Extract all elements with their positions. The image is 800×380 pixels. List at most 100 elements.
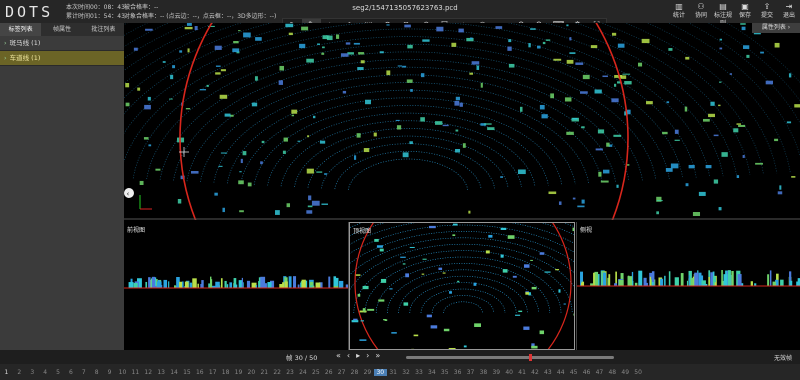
frame-cell[interactable]: 50 [632,369,645,376]
frame-cell[interactable]: 4 [39,369,52,376]
point-cluster [692,212,701,217]
point-cluster [550,93,555,99]
slider-knob[interactable] [528,354,532,361]
frame-cell[interactable]: 46 [580,369,593,376]
frame-cell[interactable]: 16 [193,369,206,376]
last-frame-icon[interactable]: » [375,351,380,360]
frame-cell[interactable]: 41 [516,369,529,376]
collapse-sidebar-button[interactable]: ‹ [124,188,134,198]
point-column [284,281,288,288]
sidebar-item-lane-line[interactable]: › 车道线 (1) [0,51,124,66]
frame-cell[interactable]: 2 [13,369,26,376]
frame-cell[interactable]: 30 [373,368,387,376]
point-cluster [322,35,329,40]
point-column [723,274,728,286]
point-cloud-canvas[interactable]: ‹ [124,23,800,220]
current-time: 本次时间00：08：43 [66,4,125,11]
frame-cell[interactable]: 14 [168,369,181,376]
side-view-pane[interactable]: 侧视 [576,222,800,350]
frame-cell[interactable]: 18 [219,369,232,376]
quality-meta: 被合格率：-- 对象合格率：-- (点云边：--，点云框：--，3D多边形：--… [124,3,276,21]
frame-cell[interactable]: 24 [296,369,309,376]
frame-cell[interactable]: 13 [155,369,168,376]
frame-cell[interactable]: 3 [26,369,39,376]
frame-cell[interactable]: 15 [180,369,193,376]
top-view-canvas[interactable] [350,223,575,350]
frame-cell[interactable]: 17 [206,369,219,376]
point-cluster [133,47,138,51]
frame-cell[interactable]: 10 [116,369,129,376]
point-cluster [702,118,710,122]
frame-cell[interactable]: 7 [77,369,90,376]
attribute-list-button[interactable]: 属性列表 › [752,23,800,33]
review-rate: 被合格率：-- [124,4,159,11]
frame-cell[interactable]: 45 [567,369,580,376]
frame-cell[interactable]: 6 [64,369,77,376]
point-cluster [288,32,293,36]
tab-label-list[interactable]: 标签列表 [0,23,42,36]
frame-cell[interactable]: 5 [52,369,65,376]
prev-frame-icon[interactable]: ‹ [347,351,350,360]
frame-cell[interactable]: 39 [490,369,503,376]
frame-cell[interactable]: 29 [361,369,374,376]
frame-cell[interactable]: 43 [541,369,554,376]
point-cluster [218,165,223,167]
frame-cell[interactable]: 11 [129,369,142,376]
first-frame-icon[interactable]: « [336,351,341,360]
play-icon[interactable]: ▸ [356,351,360,360]
frame-cell[interactable]: 33 [413,369,426,376]
point-cluster [517,169,526,175]
frame-cell[interactable]: 42 [529,369,542,376]
frame-cell[interactable]: 40 [503,369,516,376]
point-column [241,277,244,288]
frame-cell[interactable]: 20 [245,369,258,376]
frame-cell[interactable]: 47 [593,369,606,376]
frame-cell[interactable]: 48 [606,369,619,376]
frame-cell[interactable]: 32 [400,369,413,376]
point-cluster [395,119,400,122]
point-cluster [577,205,585,208]
tab-frame-attrs[interactable]: 帧属性 [41,23,82,36]
top-view-pane[interactable]: 顶视图 [349,222,575,350]
point-cluster [342,90,347,94]
front-view-canvas[interactable] [124,222,348,350]
frame-cell[interactable]: 22 [271,369,284,376]
point-column [664,275,666,286]
frame-cell[interactable]: 19 [232,369,245,376]
frame-cell[interactable]: 34 [425,369,438,376]
tab-comments[interactable]: 批注列表 [83,23,124,36]
frame-cell[interactable]: 23 [284,369,297,376]
frame-cell[interactable]: 9 [103,369,116,376]
frame-cell[interactable]: 28 [348,369,361,376]
frame-cell[interactable]: 49 [619,369,632,376]
3d-point-cloud-view[interactable]: ‹ [124,23,800,220]
point-cluster [186,23,192,26]
frame-cell[interactable]: 21 [258,369,271,376]
frame-cell[interactable]: 27 [335,369,348,376]
sidebar-item-crosswalk[interactable]: › 斑马线 (1) [0,36,124,51]
point-cluster [476,65,480,70]
frame-cell[interactable]: 1 [0,369,13,376]
frame-cell[interactable]: 31 [387,369,400,376]
point-cluster [544,271,551,273]
point-cluster [656,200,663,202]
point-column [345,284,348,288]
point-cluster [523,264,530,268]
frame-cell[interactable]: 8 [90,369,103,376]
frame-cell[interactable]: 36 [451,369,464,376]
invalid-frame-button[interactable]: 无效帧 [774,353,792,362]
point-cluster [413,334,419,337]
frame-cell[interactable]: 25 [309,369,322,376]
frame-cell[interactable]: 37 [464,369,477,376]
frame-slider[interactable] [406,354,614,361]
frame-cell[interactable]: 26 [322,369,335,376]
front-view-pane[interactable]: 前视图 [124,222,349,350]
point-cluster [684,106,688,112]
next-frame-icon[interactable]: › [366,351,369,360]
side-view-canvas[interactable] [577,222,800,350]
frame-cell[interactable]: 35 [438,369,451,376]
frame-cell[interactable]: 12 [142,369,155,376]
frame-cell[interactable]: 38 [477,369,490,376]
frame-cell[interactable]: 44 [554,369,567,376]
point-cluster [155,168,161,171]
